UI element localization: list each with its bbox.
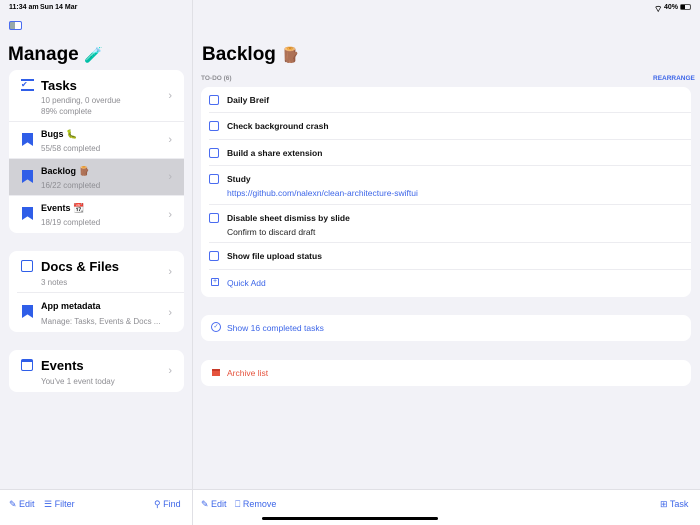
checkbox[interactable] — [209, 251, 219, 261]
archive-list-button[interactable]: Archive list — [201, 360, 691, 386]
quick-add-label: Quick Add — [227, 278, 266, 288]
chevron-right-icon: › — [168, 89, 172, 102]
chevron-right-icon: › — [168, 171, 172, 183]
chevron-right-icon: › — [168, 365, 172, 377]
checklist-icon: ✔ — [21, 79, 34, 91]
chevron-right-icon: › — [168, 208, 172, 221]
battery-icon — [680, 4, 691, 10]
add-task-button[interactable]: ⊞ Task — [660, 499, 688, 510]
todo-card: Daily Breif Check background crash Build… — [201, 87, 691, 297]
plus-square-icon: + — [211, 278, 219, 286]
sidebar-item-events[interactable]: Events You've 1 event today › — [9, 350, 184, 392]
page-title: Backlog 🪵 — [202, 44, 300, 65]
rearrange-button[interactable]: REARRANGE — [653, 75, 695, 82]
edit-button[interactable]: ✎ Edit — [9, 499, 35, 510]
task-title: Study — [227, 174, 251, 184]
item-subtitle: 10 pending, 0 overdue — [41, 96, 121, 105]
item-subtitle: 3 notes — [41, 278, 68, 287]
battery-percent: 40% — [664, 4, 679, 11]
show-completed-label: Show 16 completed tasks — [227, 323, 324, 333]
calendar-emoji: 📆 — [73, 203, 85, 213]
find-button[interactable]: ⚲ Find — [154, 499, 181, 510]
plus-square-icon: ⊞ — [660, 499, 668, 509]
chevron-right-icon: › — [168, 265, 172, 278]
quick-add-button[interactable]: + Quick Add — [201, 270, 691, 297]
sidebar-toolbar: ✎ Edit ☰ Filter ⚲ Find — [0, 489, 192, 525]
task-row[interactable]: Daily Breif — [209, 87, 691, 113]
calendar-icon — [21, 359, 33, 371]
bookmark-icon — [22, 170, 33, 183]
sidebar-item-bugs[interactable]: Bugs 🐛 55/58 completed › — [9, 122, 184, 159]
checkbox[interactable] — [209, 121, 219, 131]
search-icon: ⚲ — [154, 499, 161, 509]
bookmark-icon — [22, 207, 33, 220]
task-note: Confirm to discard draft — [227, 227, 316, 237]
sidebar: Manage 🧪 ✔ Tasks 10 pending, 0 overdue 8… — [0, 0, 193, 525]
sidebar-toggle-icon[interactable] — [9, 21, 22, 30]
document-icon — [21, 260, 33, 272]
item-title: App metadata — [41, 301, 101, 311]
checkbox[interactable] — [209, 148, 219, 158]
task-row[interactable]: Disable sheet dismiss by slide Confirm to… — [209, 205, 691, 243]
item-subtitle: 55/58 completed — [41, 144, 101, 153]
item-title: Tasks — [41, 78, 77, 93]
item-progress: 89% complete — [41, 107, 92, 116]
item-subtitle: Manage: Tasks, Events & Docs ... — [41, 317, 161, 326]
task-row[interactable]: Show file upload status — [209, 243, 691, 270]
task-title: Build a share extension — [227, 148, 323, 158]
edit-list-button[interactable]: ✎ Edit — [201, 499, 227, 510]
archive-label: Archive list — [227, 368, 269, 378]
item-title: Events — [41, 203, 71, 213]
remove-button[interactable]: ⎕ Remove — [235, 499, 276, 510]
task-row[interactable]: Check background crash — [209, 113, 691, 140]
chevron-right-icon: › — [168, 306, 172, 319]
home-indicator — [262, 517, 438, 520]
sidebar-item-backlog[interactable]: Backlog 🪵 16/22 completed › — [9, 159, 184, 196]
sidebar-item-events-list[interactable]: Events 📆 18/19 completed › — [9, 196, 184, 233]
checkbox[interactable] — [209, 95, 219, 105]
bookmark-icon — [22, 305, 33, 318]
chevron-right-icon: › — [168, 134, 172, 146]
task-title: Disable sheet dismiss by slide — [227, 213, 350, 223]
bookmark-outline-icon: ⎕ — [235, 499, 241, 509]
item-subtitle: You've 1 event today — [41, 377, 115, 386]
task-title: Check background crash — [227, 121, 329, 131]
item-subtitle: 16/22 completed — [41, 181, 101, 190]
task-row[interactable]: Study https://github.com/nalexn/clean-arc… — [209, 166, 691, 205]
sidebar-item-app-metadata[interactable]: App metadata Manage: Tasks, Events & Doc… — [9, 293, 184, 332]
sidebar-item-docs[interactable]: Docs & Files 3 notes › — [17, 251, 184, 293]
checkbox[interactable] — [209, 174, 219, 184]
filter-button[interactable]: ☰ Filter — [44, 499, 75, 510]
sidebar-title: Manage 🧪 — [8, 44, 103, 65]
wifi-icon: ⌔ — [654, 4, 663, 14]
task-title: Daily Breif — [227, 95, 270, 105]
lists-card: ✔ Tasks 10 pending, 0 overdue 89% comple… — [9, 70, 184, 233]
bug-emoji: 🐛 — [66, 129, 78, 139]
section-label: TO-DO (6) — [201, 75, 232, 82]
task-row[interactable]: Build a share extension — [209, 140, 691, 166]
item-subtitle: 18/19 completed — [41, 218, 101, 227]
item-title: Bugs — [41, 129, 64, 139]
checkbox[interactable] — [209, 213, 219, 223]
log-emoji: 🪵 — [78, 166, 90, 176]
task-link[interactable]: https://github.com/nalexn/clean-architec… — [227, 188, 418, 198]
archive-box-icon — [212, 369, 220, 376]
docs-card: Docs & Files 3 notes › App metadata Mana… — [9, 251, 184, 332]
task-title: Show file upload status — [227, 251, 322, 261]
item-title: Backlog — [41, 166, 77, 176]
item-title: Events — [41, 358, 84, 373]
sidebar-item-tasks[interactable]: ✔ Tasks 10 pending, 0 overdue 89% comple… — [9, 70, 184, 122]
check-circle-icon: ✓ — [211, 322, 221, 332]
show-completed-button[interactable]: ✓ Show 16 completed tasks — [201, 315, 691, 341]
item-title: Docs & Files — [41, 259, 120, 274]
bookmark-icon — [22, 133, 33, 146]
